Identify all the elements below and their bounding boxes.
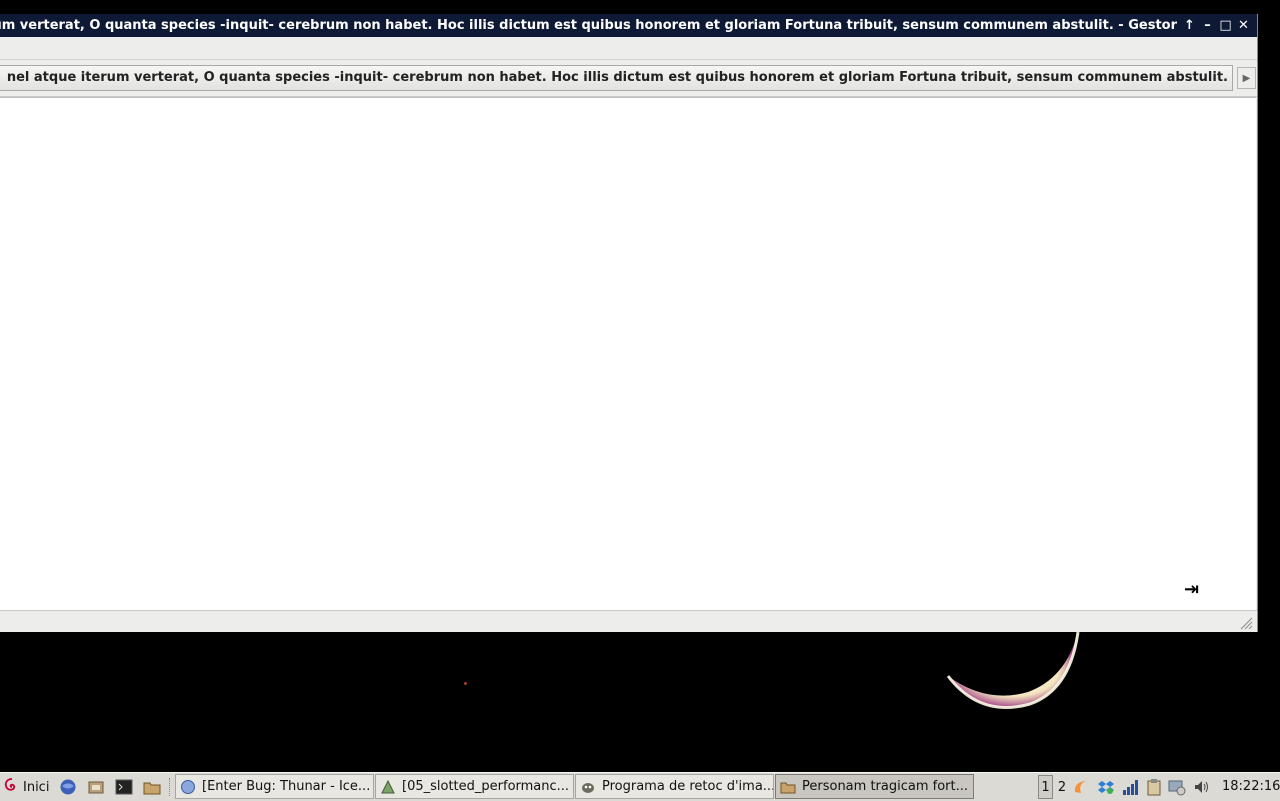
file-manager-launcher-icon[interactable] — [86, 777, 106, 797]
window-titlebar[interactable]: que iterum verterat, O quanta species -i… — [0, 14, 1257, 37]
window-title: que iterum verterat, O quanta species -i… — [0, 18, 1177, 33]
task-label: Personam tragicam fort... — [802, 779, 968, 794]
taskbar-task-image-viewer[interactable]: [05_slotted_performanc... — [375, 774, 574, 799]
volume-icon[interactable] — [1193, 778, 1211, 796]
arrow-right-icon: ▶ — [1242, 72, 1251, 84]
location-bar: nel atque iterum verterat, O quanta spec… — [0, 60, 1257, 97]
workspace-2-button[interactable]: 2 — [1055, 775, 1069, 799]
clipboard-icon[interactable] — [1145, 778, 1163, 796]
file-view[interactable]: ⇥ — [0, 97, 1256, 610]
home-folder-icon[interactable] — [142, 777, 162, 797]
minimize-button[interactable]: – — [1199, 16, 1216, 35]
dropbox-icon[interactable] — [1097, 778, 1115, 796]
start-label: Inici — [23, 779, 50, 795]
path-scroll-right-button[interactable]: ▶ — [1237, 67, 1256, 89]
system-monitor-icon[interactable] — [1168, 778, 1186, 796]
weather-icon[interactable] — [1072, 778, 1090, 796]
close-button[interactable]: ✕ — [1235, 16, 1252, 35]
taskbar: Inici [Enter Bug: Thunar - Ice... [05_sl… — [0, 772, 1280, 801]
taskbar-task-browser[interactable]: [Enter Bug: Thunar - Ice... — [175, 774, 374, 799]
file-manager-window: que iterum verterat, O quanta species -i… — [0, 14, 1258, 632]
web-browser-icon[interactable] — [58, 777, 78, 797]
task-label: Programa de retoc d'ima... — [602, 779, 774, 794]
workspace-1-button[interactable]: 1 — [1038, 775, 1053, 799]
wallpaper-star — [464, 682, 467, 685]
maximize-button[interactable]: □ — [1217, 16, 1234, 35]
rollup-button[interactable]: ↑ — [1181, 16, 1198, 35]
taskbar-task-file-manager[interactable]: Personam tragicam fort... — [775, 774, 974, 799]
folder-icon — [780, 779, 796, 795]
network-signal-icon[interactable] — [1121, 778, 1139, 796]
image-viewer-icon — [380, 779, 396, 795]
menu-bar — [0, 37, 1257, 60]
task-label: [Enter Bug: Thunar - Ice... — [202, 779, 371, 794]
terminal-icon[interactable] — [114, 777, 134, 797]
start-menu-button[interactable]: Inici — [3, 776, 49, 798]
path-button-label: nel atque iterum verterat, O quanta spec… — [6, 70, 1228, 85]
taskbar-task-gimp[interactable]: Programa de retoc d'ima... — [575, 774, 774, 799]
path-button[interactable]: nel atque iterum verterat, O quanta spec… — [0, 65, 1233, 91]
resize-grip-icon[interactable] — [1239, 615, 1253, 630]
status-bar — [0, 610, 1257, 632]
gimp-icon — [580, 779, 596, 795]
debian-swirl-icon — [3, 777, 19, 797]
mouse-cursor-icon: ⇥ — [1184, 579, 1200, 600]
task-label: [05_slotted_performanc... — [402, 779, 570, 794]
taskbar-separator — [169, 778, 172, 796]
iceweasel-icon — [180, 779, 196, 795]
clock[interactable]: 18:22:16 — [1222, 779, 1280, 794]
